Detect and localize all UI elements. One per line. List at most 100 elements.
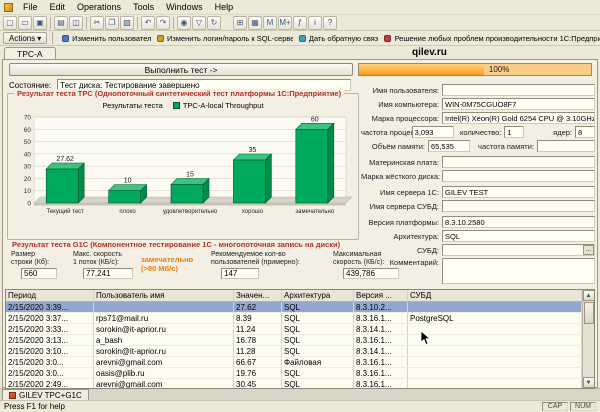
info-row: Имя пользователя: — [361, 84, 595, 96]
table-cell: arevni@gmail.com — [94, 357, 234, 367]
find-icon[interactable]: ◉ — [177, 16, 191, 30]
column-header-3[interactable]: Значен... — [234, 290, 282, 301]
calculator-icon[interactable]: ⊞ — [233, 16, 247, 30]
menu-operations[interactable]: Operations — [71, 1, 127, 13]
table-row[interactable]: 2/15/2020 2:49...arevni@gmail.com30.45SQ… — [6, 379, 582, 389]
table-row[interactable]: 2/15/2020 3:37...rps71@mail.ru8.39SQL8.3… — [6, 313, 582, 324]
dbms-field[interactable]: ... — [442, 244, 595, 256]
legend-label: TPC-A-local Throughput — [183, 101, 264, 110]
motherboard-field[interactable] — [442, 156, 595, 168]
mdi-tab-gilev[interactable]: GILEV TPC+G1C — [2, 389, 89, 400]
undo-icon[interactable]: ↶ — [141, 16, 155, 30]
print-icon[interactable]: ▤ — [54, 16, 68, 30]
table-cell: 11.28 — [234, 346, 282, 356]
run-test-button[interactable]: Выполнить тест -> — [9, 63, 353, 76]
memory-plus-icon[interactable]: М+ — [278, 16, 292, 30]
column-header-6[interactable]: СУБД — [408, 290, 582, 301]
field-label: частота процессора: — [361, 128, 412, 137]
info-icon[interactable]: i — [308, 16, 322, 30]
formula-icon[interactable]: ƒ — [293, 16, 307, 30]
scroll-up-icon[interactable]: ▲ — [583, 290, 595, 301]
table-cell — [408, 302, 582, 312]
table-scrollbar[interactable]: ▲ ▼ — [582, 290, 594, 388]
refresh-icon[interactable]: ↻ — [207, 16, 221, 30]
architecture-field[interactable]: SQL — [442, 230, 595, 242]
cut-icon[interactable]: ✂ — [90, 16, 104, 30]
hdd-brand-field[interactable] — [442, 170, 595, 182]
info-row: Материнская плата: — [361, 156, 595, 168]
menu-tools[interactable]: Tools — [127, 1, 160, 13]
print-preview-icon[interactable]: ◫ — [69, 16, 83, 30]
platform-version-field[interactable]: 8.3.10.2580 — [442, 216, 595, 228]
table-row[interactable]: 2/15/2020 3:33...sorokin@it-aprior.ru11.… — [6, 324, 582, 335]
menu-edit[interactable]: Edit — [44, 1, 72, 13]
dbms-select-button[interactable]: ... — [583, 245, 594, 255]
menu-help[interactable]: Help — [209, 1, 240, 13]
computer-name-field[interactable]: WIN-0M75CGUO8F7 — [442, 98, 595, 110]
new-document-icon[interactable]: ▢ — [3, 16, 17, 30]
calendar-icon[interactable]: ▦ — [248, 16, 262, 30]
menu-file[interactable]: File — [17, 1, 44, 13]
solve-performance-button[interactable]: Решение любых проблем производительности… — [380, 32, 600, 44]
document-icon — [9, 392, 16, 399]
cpu-brand-field[interactable]: Intel(R) Xeon(R) Gold 6254 CPU @ 3.10GHz — [442, 112, 595, 124]
scroll-down-icon[interactable]: ▼ — [583, 377, 595, 388]
memory-icon[interactable]: М — [263, 16, 277, 30]
g1c-group-title: Результат теста G1C (Компонентное тестир… — [9, 240, 343, 249]
redo-icon[interactable]: ↷ — [156, 16, 170, 30]
column-header-1[interactable]: Период — [6, 290, 94, 301]
cpu-cores-field[interactable]: 8 — [575, 126, 595, 138]
max-speed-1-thread-field[interactable]: 77,241 — [83, 268, 133, 279]
change-user-button[interactable]: Изменить пользователя — [58, 32, 151, 44]
memory-frequency-field[interactable] — [537, 140, 595, 152]
user-name-field[interactable] — [442, 84, 595, 96]
tab-tpc-a[interactable]: TPC-A — [4, 47, 56, 59]
table-row[interactable]: 2/15/2020 3:10...sorokin@it-aprior.ru11.… — [6, 346, 582, 357]
table-row[interactable]: 2/15/2020 3:13...a_bash16.78SQL8.3.16.1.… — [6, 335, 582, 346]
help-icon[interactable]: ? — [323, 16, 337, 30]
max-speed-field[interactable]: 439,786 — [343, 268, 399, 279]
field-label: Имя сервера СУБД: — [361, 202, 442, 211]
save-icon[interactable]: ▣ — [33, 16, 47, 30]
recommended-users-field[interactable]: 147 — [221, 268, 259, 279]
column-header-5[interactable]: Версия ... — [354, 290, 408, 301]
open-icon[interactable]: ▭ — [18, 16, 32, 30]
table-cell: 2/15/2020 3:37... — [6, 313, 94, 323]
column-header-2[interactable]: Пользователь имя — [94, 290, 234, 301]
table-cell: SQL — [282, 379, 354, 389]
menu-windows[interactable]: Windows — [160, 1, 209, 13]
db-server-field[interactable] — [442, 200, 595, 212]
chart-legend: TPC-A-local Throughput — [173, 101, 264, 110]
table-cell: 2/15/2020 3:0... — [6, 368, 94, 378]
comment-field[interactable] — [442, 258, 595, 284]
filter-icon[interactable]: ▽ — [192, 16, 206, 30]
table-row[interactable]: 2/15/2020 3:0...oasis@plib.ru19.76SQL8.3… — [6, 368, 582, 379]
row-size-field[interactable]: 560 — [21, 268, 57, 279]
cpu-frequency-field[interactable]: 3,093 — [412, 126, 454, 138]
action-button-label: Изменить пользователя — [72, 34, 151, 43]
actions-menu-button[interactable]: Actions ▾ — [3, 32, 47, 44]
svg-text:удовлетворительно: удовлетворительно — [163, 209, 218, 215]
copy-icon[interactable]: ❐ — [105, 16, 119, 30]
site-link[interactable]: qilev.ru — [412, 47, 447, 58]
table-cell: sorokin@it-aprior.ru — [94, 324, 234, 334]
table-cell: 11.24 — [234, 324, 282, 334]
table-cell — [408, 346, 582, 356]
memory-size-field[interactable]: 65,535 — [428, 140, 470, 152]
column-header-4[interactable]: Архитектура — [282, 290, 354, 301]
cpu-count-field[interactable]: 1 — [504, 126, 524, 138]
table-cell: 2/15/2020 3:39... — [6, 302, 94, 312]
feedback-button[interactable]: Дать обратную связь — [295, 32, 379, 44]
toolbar-separator — [50, 17, 51, 29]
table-cell: 2/15/2020 3:0... — [6, 357, 94, 367]
field-label: Архитектура: — [361, 232, 442, 241]
scroll-thumb[interactable] — [584, 302, 594, 324]
server-1c-field[interactable]: GILEV TEST — [442, 186, 595, 198]
table-row[interactable]: 2/15/2020 3:39...27.62SQL8.3.10.2... — [6, 302, 582, 313]
change-sql-login-button[interactable]: Изменить логин/пароль к SQL-серверу — [153, 32, 293, 44]
table-row[interactable]: 2/15/2020 3:0...arevni@gmail.com66.67Фай… — [6, 357, 582, 368]
row-size-column: Размер строки (Кб):560 — [11, 251, 69, 279]
table-cell: 30.45 — [234, 379, 282, 389]
paste-icon[interactable]: ▨ — [120, 16, 134, 30]
table-cell: 8.3.10.2... — [354, 302, 408, 312]
